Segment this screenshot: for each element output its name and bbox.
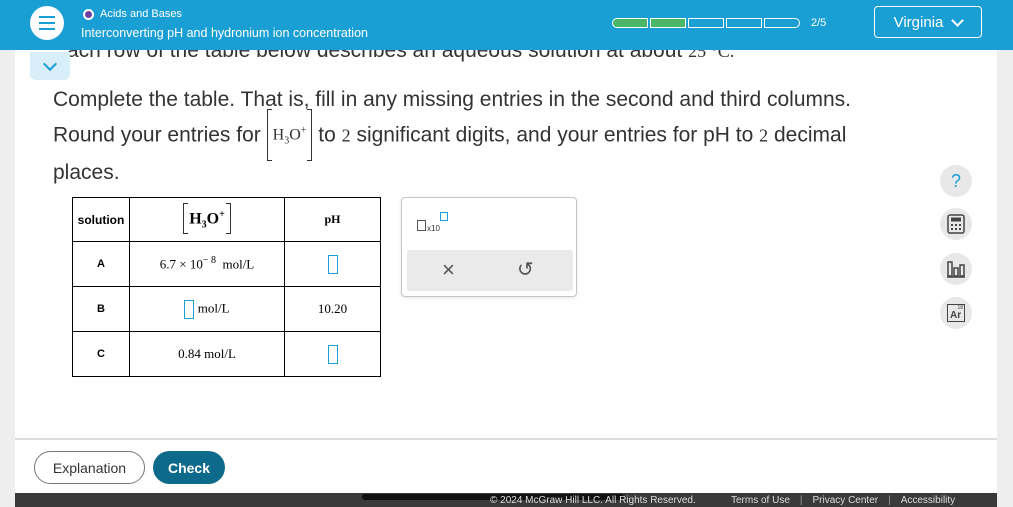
clear-icon[interactable]: × — [442, 258, 455, 282]
topic-label: Acids and Bases — [100, 8, 182, 20]
footer-links: Terms of Use | Privacy Center | Accessib… — [731, 495, 956, 506]
math-palette: x10 × ↺ — [401, 197, 577, 297]
action-bar: Explanation Check — [15, 438, 997, 493]
terms-link[interactable]: Terms of Use — [731, 495, 790, 506]
accessibility-link[interactable]: Accessibility — [901, 495, 955, 506]
calculator-icon[interactable] — [940, 208, 972, 240]
check-button[interactable]: Check — [153, 451, 225, 484]
progress-bar — [612, 18, 800, 28]
bar-chart-icon[interactable] — [940, 253, 972, 285]
explanation-button[interactable]: Explanation — [34, 451, 145, 484]
conc-value: 0.84 mol/L — [129, 331, 285, 377]
header-conc: H3O+ — [129, 197, 285, 242]
problem-intro: ach row of the table below describes an … — [67, 50, 734, 63]
progress-count: 2/5 — [811, 17, 827, 29]
header-bar: Acids and Bases Interconverting pH and h… — [0, 0, 1013, 50]
periodic-table-icon[interactable]: 18 Ar — [940, 297, 972, 329]
ph-cell — [284, 241, 381, 287]
topic-row: Acids and Bases — [83, 8, 182, 20]
solution-table: solution H3O+ pH A 6.7 × 10− 8 mol/L B m… — [72, 197, 381, 377]
ph-answer-input[interactable] — [327, 344, 338, 364]
solution-label: C — [72, 331, 130, 377]
table-row: A 6.7 × 10− 8 mol/L — [72, 241, 381, 287]
header-solution: solution — [72, 197, 130, 242]
footer: © 2024 McGraw Hill LLC. All Rights Reser… — [15, 493, 997, 507]
copyright: © 2024 McGraw Hill LLC. All Rights Reser… — [490, 495, 696, 506]
conc-value: 6.7 × 10− 8 mol/L — [129, 241, 285, 287]
progress-segment — [688, 18, 724, 28]
ph-answer-input[interactable] — [327, 254, 338, 274]
table-row: C 0.84 mol/L — [72, 331, 381, 377]
collapse-button[interactable] — [30, 52, 70, 80]
chevron-down-icon — [42, 56, 58, 71]
chevron-down-icon — [951, 13, 965, 27]
progress-segment — [612, 18, 648, 28]
scientific-notation-button[interactable]: x10 — [417, 212, 453, 234]
hydronium-conc-symbol: H3O+ — [266, 109, 313, 160]
undo-icon[interactable]: ↺ — [517, 258, 534, 282]
ph-cell — [284, 331, 381, 377]
header-ph: pH — [284, 197, 381, 242]
solution-label: B — [72, 286, 130, 332]
conc-cell: mol/L — [129, 286, 285, 332]
progress-segment — [650, 18, 686, 28]
progress-segment — [764, 18, 800, 28]
privacy-link[interactable]: Privacy Center — [813, 495, 879, 506]
menu-button[interactable] — [30, 6, 64, 40]
progress-segment — [726, 18, 762, 28]
topic-circle-icon — [83, 8, 94, 20]
hamburger-icon — [39, 16, 55, 18]
solution-label: A — [72, 241, 130, 287]
user-name: Virginia — [893, 13, 944, 31]
user-menu-button[interactable]: Virginia — [874, 6, 982, 38]
instructions: Complete the table. That is, fill in any… — [53, 88, 852, 184]
help-icon[interactable]: ? — [940, 165, 972, 197]
temperature: 25 °C. — [688, 50, 735, 61]
question-panel: ach row of the table below describes an … — [15, 50, 997, 438]
table-header-row: solution H3O+ pH — [72, 197, 381, 242]
conc-answer-input[interactable] — [184, 299, 195, 319]
ph-value: 10.20 — [284, 286, 381, 332]
page-title: Interconverting pH and hydronium ion con… — [81, 26, 368, 40]
hydronium-conc-symbol: H3O+ — [183, 202, 231, 234]
table-row: B mol/L 10.20 — [72, 286, 381, 332]
palette-actions: × ↺ — [407, 250, 573, 291]
